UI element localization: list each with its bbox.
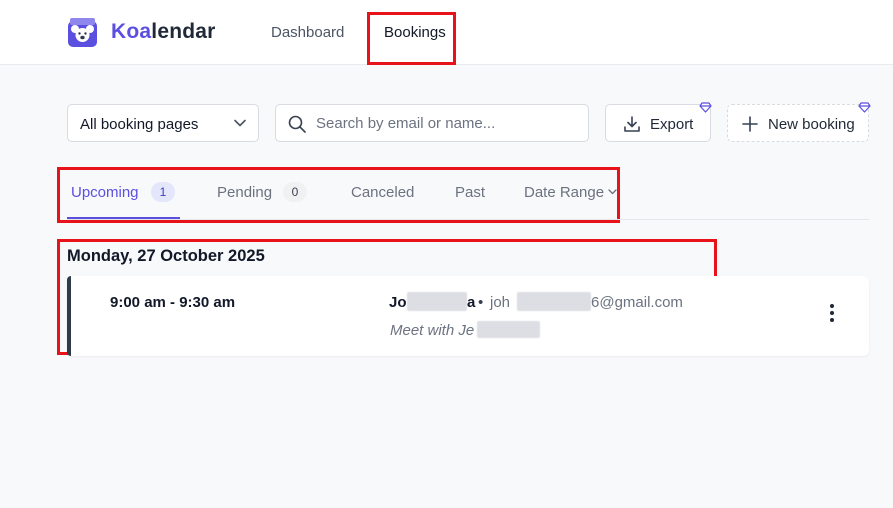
tab-date-range[interactable]: Date Range <box>524 184 604 201</box>
booking-pages-select-value: All booking pages <box>80 116 199 133</box>
attendee-email: joh <box>490 294 511 311</box>
search-input[interactable] <box>316 113 580 133</box>
redacted-name <box>407 292 467 311</box>
search-icon <box>288 115 306 133</box>
export-button[interactable]: Export <box>605 104 711 142</box>
search-box <box>275 104 589 142</box>
chevron-down-icon <box>608 189 617 195</box>
tab-canceled[interactable]: Canceled <box>351 184 414 201</box>
highlight-box-bookings-nav <box>367 12 456 65</box>
attendee-name-end: a <box>467 294 476 311</box>
chevron-down-icon <box>234 119 246 127</box>
gem-icon <box>858 102 871 113</box>
booking-card[interactable]: 9:00 am - 9:30 am Jo a • joh 6@gmail.com… <box>67 276 869 356</box>
gem-icon <box>699 102 712 113</box>
tabs-divider <box>67 219 869 220</box>
booking-date-heading: Monday, 27 October 2025 <box>67 247 265 265</box>
redacted-email <box>517 292 591 311</box>
attendee-email-end: 6@gmail.com <box>591 294 683 311</box>
tab-upcoming[interactable]: Upcoming <box>71 184 139 201</box>
nav-dashboard-link[interactable]: Dashboard <box>271 24 344 41</box>
booking-pages-select[interactable]: All booking pages <box>67 104 259 142</box>
new-booking-button-label: New booking <box>768 116 855 133</box>
tab-pending[interactable]: Pending <box>217 184 272 201</box>
attendee-name: Jo <box>389 294 407 311</box>
brand-rest: lendar <box>151 20 216 43</box>
download-icon <box>624 116 640 132</box>
koala-logo-icon[interactable] <box>66 17 99 48</box>
redacted-title <box>477 321 540 338</box>
booking-title: Meet with Je <box>390 322 475 339</box>
booking-time: 9:00 am - 9:30 am <box>110 294 236 311</box>
brand-highlight: Koa <box>111 20 152 43</box>
tab-past[interactable]: Past <box>455 184 485 201</box>
export-button-label: Export <box>650 116 694 133</box>
more-vertical-icon[interactable] <box>825 304 839 326</box>
upcoming-count-badge: 1 <box>151 182 175 202</box>
plus-icon <box>742 116 758 132</box>
pending-count-badge: 0 <box>283 182 307 202</box>
new-booking-button[interactable]: New booking <box>727 104 869 142</box>
app-logo-text[interactable]: Koalendar <box>111 20 216 44</box>
booking-card-accent <box>67 276 71 356</box>
separator-dot: • <box>478 294 484 311</box>
